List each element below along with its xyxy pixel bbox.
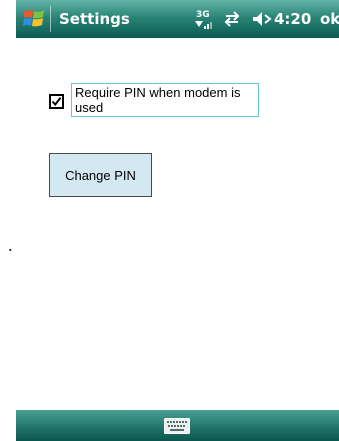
windows-start-icon[interactable] bbox=[22, 7, 46, 31]
volume-icon[interactable] bbox=[252, 10, 272, 28]
change-pin-button[interactable]: Change PIN bbox=[49, 153, 152, 197]
change-pin-button-label: Change PIN bbox=[65, 167, 136, 183]
app-title: Settings bbox=[59, 10, 130, 28]
3g-signal-icon[interactable]: 3G bbox=[193, 7, 213, 31]
keyboard-icon[interactable] bbox=[164, 418, 190, 434]
ok-button[interactable]: ok bbox=[320, 9, 339, 29]
screen: . Settings 3G 4:20 ok Require PIN when m… bbox=[0, 0, 339, 441]
soft-key-bar bbox=[16, 410, 339, 441]
checkmark-icon bbox=[51, 97, 62, 107]
device-screen: Settings 3G 4:20 ok Require PIN when mod… bbox=[16, 0, 339, 441]
title-divider bbox=[50, 6, 51, 32]
margin-mark: . bbox=[8, 235, 13, 255]
svg-text:3G: 3G bbox=[196, 10, 210, 20]
clock[interactable]: 4:20 bbox=[274, 9, 311, 29]
sync-arrows-icon[interactable] bbox=[222, 10, 242, 28]
require-pin-label[interactable]: Require PIN when modem is used bbox=[71, 83, 259, 117]
require-pin-checkbox[interactable] bbox=[49, 94, 64, 109]
title-bar: Settings 3G 4:20 ok bbox=[16, 0, 339, 38]
left-margin: . bbox=[0, 0, 16, 441]
